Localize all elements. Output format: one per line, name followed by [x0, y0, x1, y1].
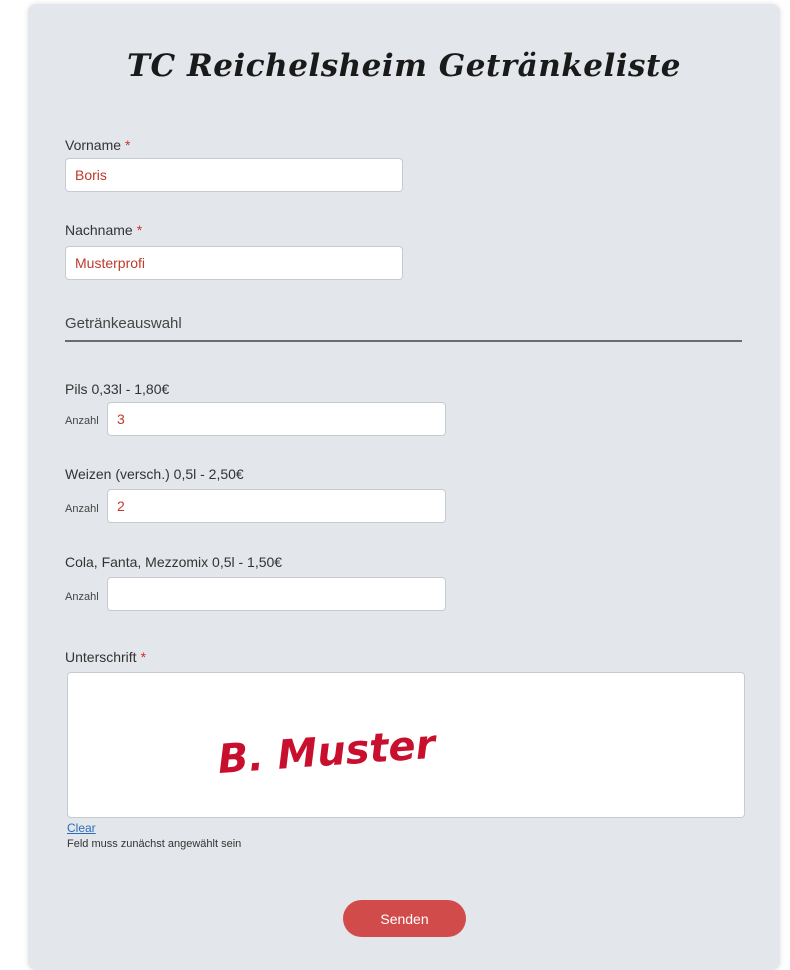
submit-button[interactable]: Senden: [343, 900, 466, 937]
form-title: TC Reichelsheim Getränkeliste: [126, 48, 682, 84]
drink-label-weizen: Weizen (versch.) 0,5l - 2,50€: [65, 466, 244, 482]
required-marker: *: [136, 222, 143, 238]
quantity-label: Anzahl: [65, 591, 99, 603]
last-name-value: Musterprofi: [75, 255, 146, 271]
drinks-section-title: Getränkeauswahl: [65, 315, 182, 332]
form-card: TC Reichelsheim Getränkeliste Vorname * B…: [28, 4, 780, 970]
first-name-label: Vorname *: [65, 137, 131, 153]
quantity-value-pils: 3: [117, 411, 125, 427]
quantity-value-weizen: 2: [117, 498, 125, 514]
quantity-input-cola[interactable]: [107, 577, 446, 611]
first-name-input[interactable]: Boris: [65, 158, 403, 192]
last-name-label: Nachname *: [65, 222, 142, 238]
required-marker: *: [125, 137, 131, 153]
drink-label-pils: Pils 0,33l - 1,80€: [65, 381, 170, 397]
signature-label: Unterschrift *: [65, 649, 146, 665]
signature-hint: Feld muss zunächst angewählt sein: [67, 838, 242, 850]
required-marker: *: [140, 649, 147, 665]
clear-signature-link[interactable]: Clear: [67, 821, 96, 835]
signature-drawing: B. Muster: [216, 721, 437, 783]
section-divider: [65, 340, 742, 342]
quantity-input-weizen[interactable]: 2: [107, 489, 446, 523]
signature-pad[interactable]: B. Muster: [67, 672, 745, 818]
quantity-label: Anzahl: [65, 503, 99, 515]
first-name-value: Boris: [75, 167, 107, 183]
drink-label-cola: Cola, Fanta, Mezzomix 0,5l - 1,50€: [65, 554, 283, 570]
last-name-input[interactable]: Musterprofi: [65, 246, 403, 280]
signature-label-text: Unterschrift: [65, 649, 137, 665]
quantity-label: Anzahl: [65, 415, 99, 427]
quantity-input-pils[interactable]: 3: [107, 402, 446, 436]
last-name-label-text: Nachname: [65, 222, 133, 238]
first-name-label-text: Vorname: [65, 137, 122, 153]
